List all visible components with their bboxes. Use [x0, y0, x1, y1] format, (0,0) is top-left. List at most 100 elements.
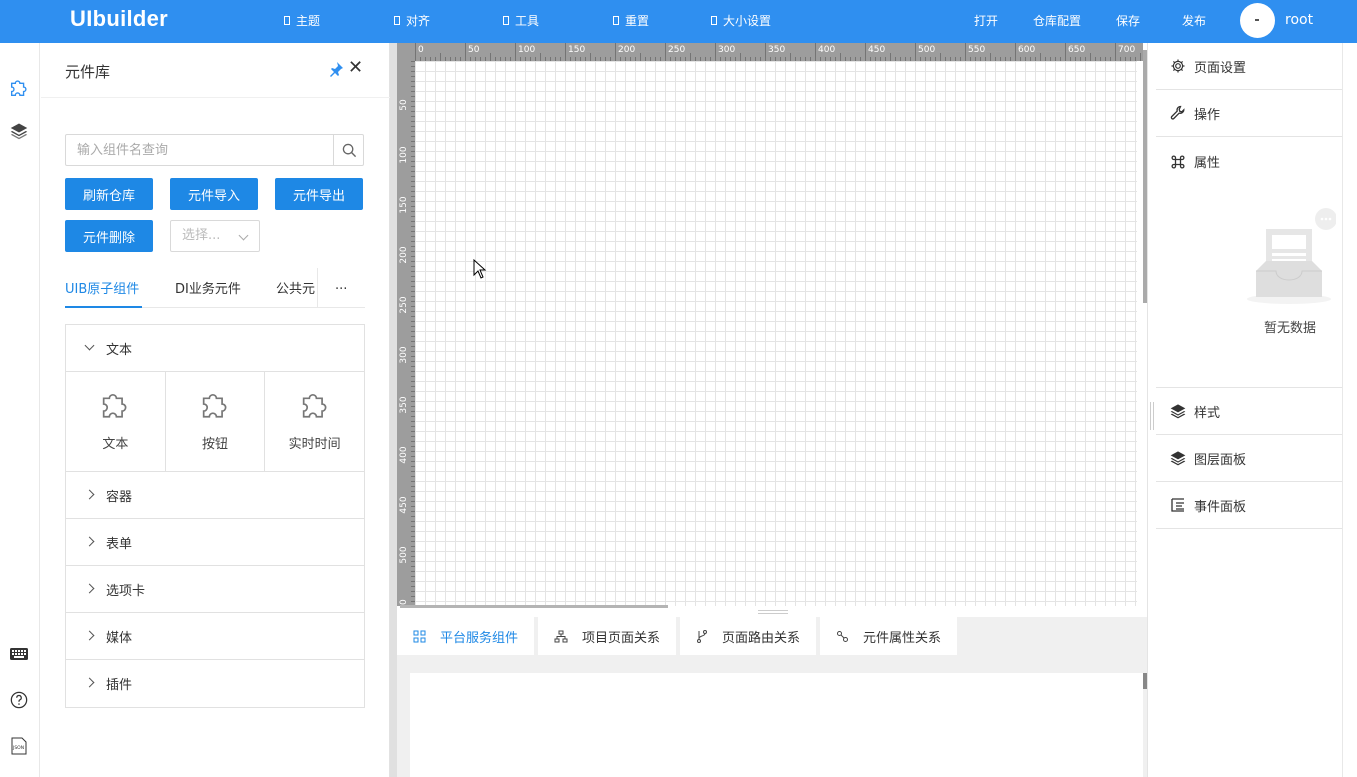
- export-component-button[interactable]: 元件导出: [275, 178, 363, 210]
- search-icon[interactable]: [333, 135, 364, 165]
- ruler-label: 500: [399, 546, 409, 563]
- ruler-label: 0: [418, 45, 424, 55]
- keyboard-icon[interactable]: [7, 642, 31, 666]
- pin-icon[interactable]: [328, 61, 344, 81]
- repo-config-button[interactable]: 仓库配置: [1033, 12, 1081, 29]
- menu-align[interactable]: 对齐: [394, 12, 430, 29]
- mouse-cursor-icon: [473, 259, 487, 279]
- page-settings-item[interactable]: 页面设置: [1156, 43, 1343, 90]
- tab-uib-atomic[interactable]: UIB原子组件: [65, 278, 139, 297]
- puzzle-icon[interactable]: [7, 75, 31, 99]
- horizontal-ruler: 0 50 100 150 200 250 300 350 400 450 500 550 600 650 7…: [415, 43, 1143, 61]
- group-form-header[interactable]: 表单: [66, 519, 364, 566]
- close-icon[interactable]: ✕: [348, 57, 363, 78]
- refresh-repo-button[interactable]: 刷新仓库: [65, 178, 153, 210]
- app-logo: UIbuilder: [70, 6, 169, 31]
- menu-label: 大小设置: [723, 14, 772, 28]
- group-media-header[interactable]: 媒体: [66, 613, 364, 660]
- tabs-more-button[interactable]: ...: [335, 278, 347, 293]
- ruler-label: 650: [1068, 45, 1085, 55]
- ruler-label: 300: [399, 346, 409, 363]
- ruler-label: 250: [668, 45, 685, 55]
- group-tabs-header[interactable]: 选项卡: [66, 566, 364, 613]
- branch-icon: [697, 630, 708, 643]
- component-button[interactable]: 按钮: [166, 372, 266, 471]
- chevron-down-icon: [84, 340, 95, 351]
- tab-public[interactable]: 公共元: [276, 278, 317, 297]
- resize-handle[interactable]: [758, 610, 788, 614]
- menu-size-settings[interactable]: 大小设置: [711, 12, 771, 29]
- ruler-label: 600: [1018, 45, 1035, 55]
- json-file-icon[interactable]: JSON: [7, 734, 31, 758]
- command-icon: [1171, 154, 1185, 169]
- item-label: 样式: [1194, 405, 1221, 421]
- component-text[interactable]: 文本: [66, 372, 166, 471]
- menu-icon: [503, 16, 509, 25]
- svg-text:JSON: JSON: [12, 745, 24, 751]
- properties-item[interactable]: 属性: [1170, 152, 1220, 171]
- username[interactable]: root: [1285, 12, 1313, 28]
- publish-button[interactable]: 发布: [1182, 12, 1206, 29]
- search-input[interactable]: [66, 135, 332, 165]
- tab-component-props[interactable]: 元件属性关系: [820, 617, 958, 655]
- puzzle-icon: [103, 393, 127, 418]
- panel-resize-handle[interactable]: [1150, 402, 1154, 430]
- layers-icon: [1170, 404, 1186, 419]
- ruler-label: 100: [518, 45, 535, 55]
- layers-icon: [1170, 451, 1186, 466]
- select-placeholder: 选择...: [182, 228, 221, 243]
- group-text-header[interactable]: 文本: [66, 325, 364, 372]
- operation-item[interactable]: 操作: [1156, 90, 1343, 137]
- ruler-label: 50: [468, 45, 480, 55]
- menu-label: 工具: [515, 14, 540, 28]
- page-scrollbar[interactable]: [1342, 43, 1357, 777]
- grid-icon: [413, 630, 426, 642]
- chevron-right-icon: [84, 583, 95, 594]
- menu-reset[interactable]: 重置: [613, 12, 649, 29]
- panel-title: 元件库: [65, 63, 111, 81]
- item-label: 事件面板: [1194, 499, 1247, 515]
- tab-page-routes[interactable]: 页面路由关系: [680, 617, 817, 655]
- ruler-label: 500: [918, 45, 935, 55]
- splitter[interactable]: [390, 43, 397, 777]
- repo-select[interactable]: 选择...: [170, 220, 260, 252]
- ruler-label: 550: [968, 45, 985, 55]
- group-plugin-header[interactable]: 插件: [66, 660, 364, 707]
- open-button[interactable]: 打开: [974, 12, 998, 29]
- menu-tools[interactable]: 工具: [503, 12, 539, 29]
- relations-panel: 平台服务组件 项目页面关系 页面路由关系 元件属性关系: [397, 617, 1147, 777]
- item-label: 属性: [1194, 156, 1221, 171]
- save-button[interactable]: 保存: [1116, 12, 1140, 29]
- ruler-label: 150: [399, 196, 409, 213]
- ruler-label: 350: [768, 45, 785, 55]
- help-icon[interactable]: [7, 688, 31, 712]
- vertical-ruler: 5010015020025030035040045050050: [397, 61, 415, 606]
- event-list-icon: [1171, 498, 1184, 512]
- relations-tabs: 平台服务组件 项目页面关系 页面路由关系 元件属性关系: [397, 617, 958, 655]
- delete-component-button[interactable]: 元件删除: [65, 220, 153, 252]
- relations-content: [410, 673, 1143, 777]
- tab-platform-services[interactable]: 平台服务组件: [397, 617, 535, 655]
- canvas-grid[interactable]: [415, 61, 1137, 606]
- empty-state-text: 暂无数据: [1264, 321, 1317, 336]
- component-label: 实时时间: [288, 437, 341, 452]
- menu-theme[interactable]: 主题: [284, 12, 320, 29]
- layers-panel-item[interactable]: 图层面板: [1156, 435, 1343, 482]
- menu-icon: [284, 16, 290, 25]
- avatar[interactable]: [1240, 3, 1275, 38]
- canvas-horizontal-scrollbar[interactable]: [400, 605, 668, 608]
- layers-icon[interactable]: [7, 119, 31, 143]
- import-component-button[interactable]: 元件导入: [170, 178, 258, 210]
- events-panel-item[interactable]: 事件面板: [1156, 482, 1343, 529]
- group-container-header[interactable]: 容器: [66, 472, 364, 519]
- ruler-label: 100: [399, 146, 409, 163]
- tab-project-pages[interactable]: 项目页面关系: [538, 617, 677, 655]
- group-label: 媒体: [106, 630, 133, 646]
- ruler-label: 250: [399, 296, 409, 313]
- ruler-label: 450: [868, 45, 885, 55]
- style-item[interactable]: 样式: [1156, 388, 1343, 435]
- tab-di-business[interactable]: DI业务元件: [175, 278, 241, 297]
- tab-label: 平台服务组件: [440, 630, 519, 646]
- ruler-label: 50: [399, 99, 409, 111]
- component-realtime[interactable]: 实时时间: [265, 372, 364, 471]
